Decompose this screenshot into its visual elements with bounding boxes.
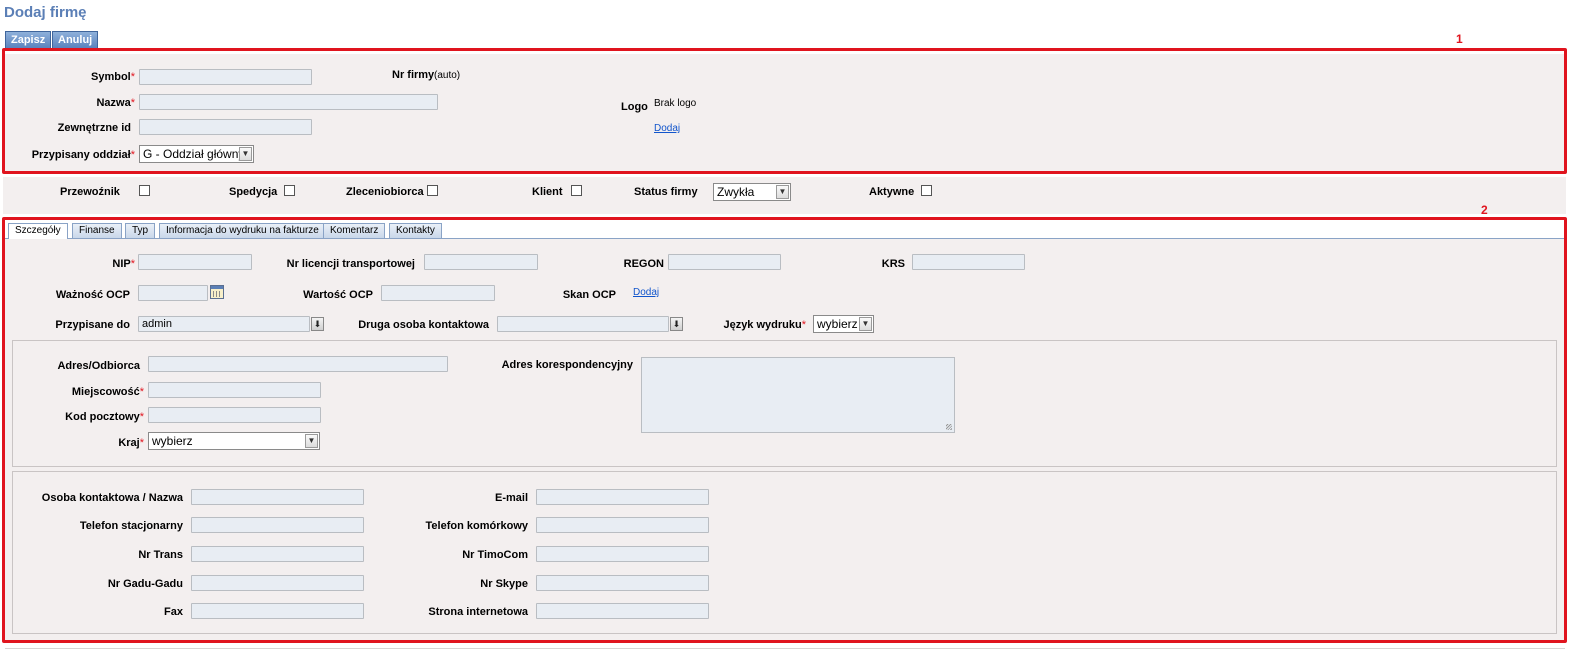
contractor-checkbox[interactable] — [427, 185, 438, 196]
cancel-button[interactable]: Anuluj — [52, 31, 99, 49]
highlight-box-1 — [2, 48, 1567, 174]
forwarding-checkbox[interactable] — [284, 185, 295, 196]
active-label: Aktywne — [869, 186, 915, 198]
page-title: Dodaj firmę — [4, 4, 87, 21]
bottom-divider — [5, 648, 1565, 649]
status-select-value: Zwykła — [717, 185, 755, 199]
highlight-box-2 — [2, 217, 1567, 643]
chevron-down-icon: ▼ — [776, 185, 789, 199]
status-label: Status firmy — [634, 186, 698, 198]
status-select[interactable]: Zwykła ▼ — [713, 183, 791, 201]
client-checkbox[interactable] — [571, 185, 582, 196]
client-label: Klient — [532, 186, 563, 198]
forwarding-label: Spedycja — [229, 186, 278, 198]
carrier-label: Przewoźnik — [60, 186, 120, 198]
annotation-label-1: 1 — [1456, 32, 1463, 46]
active-checkbox[interactable] — [921, 185, 932, 196]
annotation-label-2: 2 — [1481, 203, 1488, 217]
carrier-checkbox[interactable] — [139, 185, 150, 196]
save-button[interactable]: Zapisz — [5, 31, 52, 49]
contractor-label: Zleceniobiorca — [346, 186, 424, 198]
